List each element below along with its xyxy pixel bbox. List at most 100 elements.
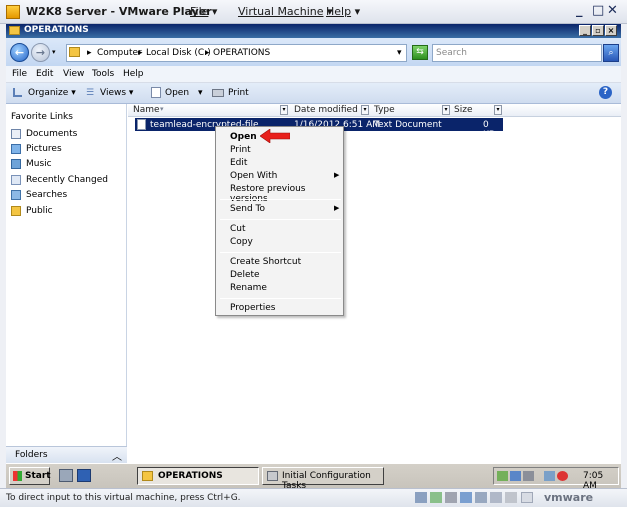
taskbar-button-initial-configuration[interactable]: Initial Configuration Tasks (262, 467, 384, 491)
column-filter-icon[interactable]: ▾ (280, 105, 288, 115)
device-cdrom-icon[interactable] (430, 492, 442, 503)
organize-button[interactable]: Organize ▾ (28, 88, 76, 98)
context-menu-cut[interactable]: Cut (230, 224, 246, 234)
music-icon (11, 159, 21, 169)
context-menu-send-to[interactable]: Send To (230, 204, 265, 214)
breadcrumb-chevron-icon[interactable]: ▸ (138, 48, 143, 58)
search-icon[interactable]: ⌕ (603, 44, 619, 62)
refresh-icon[interactable]: ⇆ (412, 45, 428, 60)
menu-view[interactable]: View (63, 69, 84, 79)
breadcrumb-chevron-icon[interactable]: ▸ (87, 48, 92, 58)
vmware-status-bar: To direct input to this virtual machine,… (0, 488, 627, 507)
column-headers: Name ▾ ▾ Date modified ▾ Type ▾ Size ▾ (128, 104, 621, 117)
context-menu-restore-previous-versions[interactable]: Restore previous versions (230, 184, 343, 204)
text-document-icon (137, 119, 146, 130)
device-hdd-icon[interactable] (415, 492, 427, 503)
open-dropdown-icon[interactable]: ▾ (198, 88, 203, 98)
device-usb-icon[interactable] (475, 492, 487, 503)
print-button[interactable]: Print (228, 88, 249, 98)
nav-link-recently-changed[interactable]: Recently Changed (11, 175, 108, 189)
open-button[interactable]: Open (165, 88, 189, 98)
back-arrow-icon[interactable]: ← (10, 43, 29, 62)
file-list-pane[interactable] (128, 104, 621, 463)
open-document-icon (151, 87, 161, 98)
vm-maximize-button[interactable]: □ (592, 3, 604, 18)
device-sound-icon[interactable] (490, 492, 502, 503)
address-dropdown-icon[interactable]: ▾ (397, 48, 402, 58)
searches-icon (11, 190, 21, 200)
vm-menu-file[interactable]: File ▾ (190, 5, 217, 18)
help-icon[interactable]: ? (599, 86, 612, 99)
nav-link-documents[interactable]: Documents (11, 129, 77, 143)
vm-menu-virtual-machine[interactable]: Virtual Machine ▾ (238, 5, 333, 18)
file-type: Text Document (374, 120, 442, 130)
context-menu-rename[interactable]: Rename (230, 283, 267, 293)
breadcrumb-local-disk[interactable]: Local Disk (C:) (146, 48, 211, 58)
column-date-modified[interactable]: Date modified (294, 105, 358, 115)
column-name[interactable]: Name (133, 105, 160, 115)
vm-close-button[interactable]: ✕ (607, 3, 618, 18)
menu-bar: File Edit View Tools Help (6, 66, 621, 83)
menu-file[interactable]: File (12, 69, 27, 79)
explorer-restore-button[interactable]: ▫ (592, 25, 604, 36)
speaker-muted-icon[interactable] (557, 471, 568, 481)
recent-pages-chevron-icon[interactable]: ▾ (52, 48, 56, 56)
status-message: To direct input to this virtual machine,… (6, 493, 241, 503)
context-menu-delete[interactable]: Delete (230, 270, 260, 280)
search-input[interactable]: Search (432, 44, 602, 62)
explorer-minimize-button[interactable]: _ (579, 25, 591, 36)
breadcrumb-chevron-icon[interactable]: ▸ (205, 48, 210, 58)
nav-link-public[interactable]: Public (11, 206, 53, 220)
breadcrumb-operations[interactable]: OPERATIONS (213, 48, 270, 58)
nav-link-music[interactable]: Music (11, 159, 52, 173)
tray-icon-3[interactable] (523, 471, 534, 481)
device-floppy-icon[interactable] (445, 492, 457, 503)
navigation-pane: Favorite Links Documents Pictures Music … (6, 104, 127, 463)
nav-link-searches[interactable]: Searches (11, 190, 67, 204)
column-type[interactable]: Type (374, 105, 395, 115)
network-icon[interactable] (544, 471, 555, 481)
vmware-logo: vmware (544, 491, 594, 504)
system-tray: 7:05 AM (493, 467, 619, 491)
show-desktop-icon[interactable] (77, 469, 91, 482)
forward-arrow-icon[interactable]: → (31, 43, 50, 62)
submenu-arrow-icon: ▶ (334, 171, 340, 179)
column-filter-icon[interactable]: ▾ (361, 105, 369, 115)
vmware-app-icon (6, 5, 20, 19)
organize-icon (13, 88, 22, 97)
start-button[interactable]: Start (9, 467, 51, 485)
menu-tools[interactable]: Tools (92, 69, 114, 79)
context-menu-properties[interactable]: Properties (230, 303, 275, 313)
context-menu-open-with[interactable]: Open With (230, 171, 277, 181)
vm-menu-help[interactable]: Help ▾ (326, 5, 360, 18)
menu-separator (220, 219, 341, 220)
column-size[interactable]: Size (454, 105, 472, 115)
breadcrumb-computer[interactable]: Computer (97, 48, 142, 58)
column-filter-icon[interactable]: ▾ (442, 105, 450, 115)
menu-edit[interactable]: Edit (36, 69, 53, 79)
tray-icon-2[interactable] (510, 471, 521, 481)
column-filter-icon[interactable]: ▾ (494, 105, 502, 115)
server-manager-icon[interactable] (59, 469, 73, 482)
chevron-up-icon: ︿ (112, 452, 122, 463)
address-bar[interactable]: ▸ Computer ▸ Local Disk (C:) ▸ OPERATION… (66, 44, 407, 62)
submenu-arrow-icon: ▶ (334, 204, 340, 212)
nav-link-pictures[interactable]: Pictures (11, 144, 62, 158)
context-menu-edit[interactable]: Edit (230, 158, 247, 168)
folders-toggle[interactable]: Folders ︿ (6, 446, 127, 463)
context-menu-open[interactable]: Open (230, 132, 257, 142)
vm-minimize-button[interactable]: _ (576, 3, 583, 18)
context-menu-copy[interactable]: Copy (230, 237, 253, 247)
red-pointer-arrow-icon (260, 129, 290, 143)
device-printer-icon[interactable] (505, 492, 517, 503)
device-display-icon[interactable] (521, 492, 533, 503)
views-button[interactable]: Views ▾ (100, 88, 133, 98)
context-menu-print[interactable]: Print (230, 145, 251, 155)
menu-help[interactable]: Help (123, 69, 144, 79)
device-network-icon[interactable] (460, 492, 472, 503)
explorer-title-bar: OPERATIONS _ ▫ × (6, 24, 621, 38)
tray-icon-1[interactable] (497, 471, 508, 481)
explorer-close-button[interactable]: × (605, 25, 617, 36)
taskbar-button-operations[interactable]: OPERATIONS (137, 467, 259, 485)
context-menu-create-shortcut[interactable]: Create Shortcut (230, 257, 301, 267)
